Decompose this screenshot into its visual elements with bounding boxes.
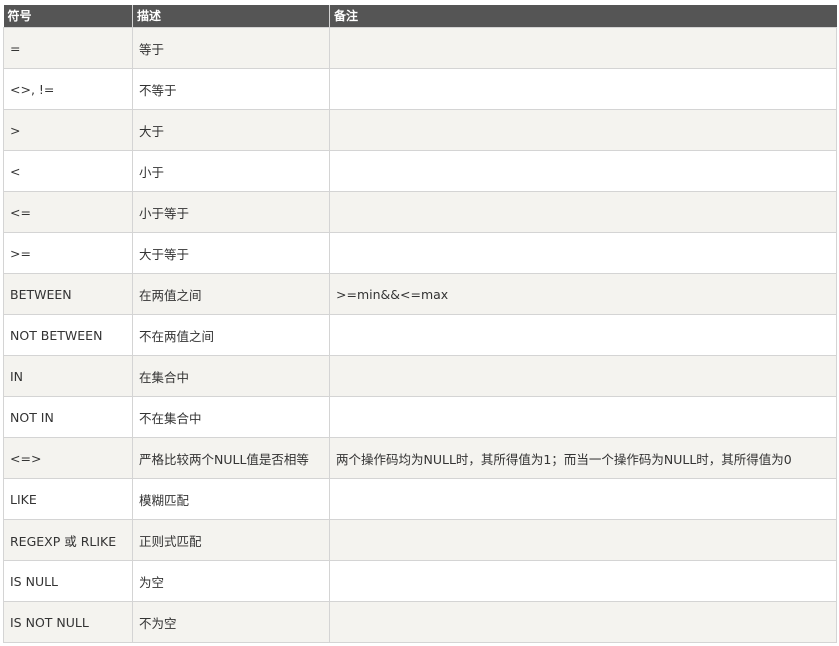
cell-description: 不为空	[132, 601, 330, 643]
table-row: IS NULL 为空	[3, 560, 837, 602]
cell-description: 小于等于	[132, 191, 330, 233]
table-row: = 等于	[3, 27, 837, 69]
cell-remark	[329, 560, 837, 602]
cell-symbol: <	[3, 150, 133, 192]
table-row: < 小于	[3, 150, 837, 192]
cell-remark: 两个操作码均为NULL时，其所得值为1；而当一个操作码为NULL时，其所得值为0	[329, 437, 837, 479]
cell-description: 在两值之间	[132, 273, 330, 315]
header-row: 符号 描述 备注	[3, 5, 837, 28]
cell-remark	[329, 150, 837, 192]
cell-symbol: <>, !=	[3, 68, 133, 110]
operator-table-container: 符号 描述 备注 = 等于 <>, != 不等于 > 大于 < 小于 <= 小于…	[3, 5, 837, 643]
table-row: IN 在集合中	[3, 355, 837, 397]
cell-symbol: >	[3, 109, 133, 151]
cell-remark	[329, 601, 837, 643]
table-row: NOT BETWEEN 不在两值之间	[3, 314, 837, 356]
comparison-operator-table: 符号 描述 备注 = 等于 <>, != 不等于 > 大于 < 小于 <= 小于…	[3, 5, 837, 643]
cell-remark	[329, 396, 837, 438]
cell-description: 小于	[132, 150, 330, 192]
cell-description: 模糊匹配	[132, 478, 330, 520]
table-row: IS NOT NULL 不为空	[3, 601, 837, 643]
cell-description: 大于等于	[132, 232, 330, 274]
table-row: <= 小于等于	[3, 191, 837, 233]
cell-symbol: IS NULL	[3, 560, 133, 602]
table-row: LIKE 模糊匹配	[3, 478, 837, 520]
cell-remark	[329, 109, 837, 151]
table-row: > 大于	[3, 109, 837, 151]
table-header: 符号 描述 备注	[3, 5, 837, 28]
cell-description: 在集合中	[132, 355, 330, 397]
cell-description: 不等于	[132, 68, 330, 110]
cell-remark	[329, 519, 837, 561]
cell-remark: >=min&&<=max	[329, 273, 837, 315]
cell-symbol: BETWEEN	[3, 273, 133, 315]
cell-symbol: <=>	[3, 437, 133, 479]
cell-remark	[329, 232, 837, 274]
table-row: <>, != 不等于	[3, 68, 837, 110]
cell-remark	[329, 68, 837, 110]
cell-symbol: >=	[3, 232, 133, 274]
table-row: >= 大于等于	[3, 232, 837, 274]
header-remark: 备注	[329, 5, 837, 28]
cell-description: 大于	[132, 109, 330, 151]
cell-symbol: IN	[3, 355, 133, 397]
cell-description: 为空	[132, 560, 330, 602]
cell-remark	[329, 191, 837, 233]
header-description: 描述	[132, 5, 330, 28]
cell-description: 等于	[132, 27, 330, 69]
table-row: BETWEEN 在两值之间 >=min&&<=max	[3, 273, 837, 315]
cell-description: 严格比较两个NULL值是否相等	[132, 437, 330, 479]
cell-symbol: NOT BETWEEN	[3, 314, 133, 356]
header-symbol: 符号	[3, 5, 133, 28]
cell-remark	[329, 478, 837, 520]
table-body: = 等于 <>, != 不等于 > 大于 < 小于 <= 小于等于 >= 大于等…	[3, 27, 837, 643]
cell-description: 不在两值之间	[132, 314, 330, 356]
cell-symbol: IS NOT NULL	[3, 601, 133, 643]
cell-remark	[329, 27, 837, 69]
table-row: <=> 严格比较两个NULL值是否相等 两个操作码均为NULL时，其所得值为1；…	[3, 437, 837, 479]
cell-symbol: LIKE	[3, 478, 133, 520]
table-row: NOT IN 不在集合中	[3, 396, 837, 438]
cell-symbol: NOT IN	[3, 396, 133, 438]
cell-description: 不在集合中	[132, 396, 330, 438]
cell-remark	[329, 355, 837, 397]
table-row: REGEXP 或 RLIKE 正则式匹配	[3, 519, 837, 561]
cell-symbol: =	[3, 27, 133, 69]
cell-symbol: REGEXP 或 RLIKE	[3, 519, 133, 561]
cell-description: 正则式匹配	[132, 519, 330, 561]
cell-remark	[329, 314, 837, 356]
cell-symbol: <=	[3, 191, 133, 233]
